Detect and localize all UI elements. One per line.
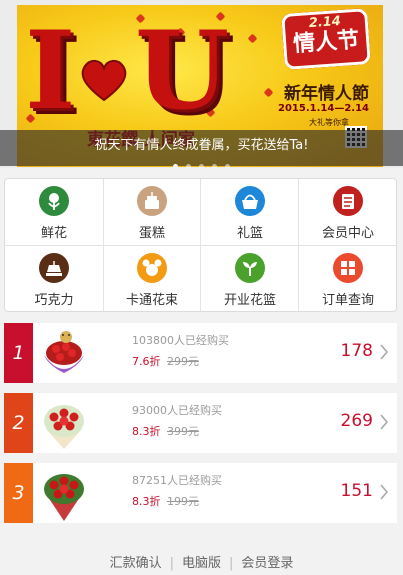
product-thumbnail [44,474,84,521]
footer-separator: | [229,556,234,571]
price: 151 [340,481,373,501]
original-price: 299元 [167,355,199,368]
rank-badge: 1 [4,323,33,383]
carousel-dots [0,154,403,168]
carousel-dot[interactable] [186,164,191,168]
banner-subline: 大礼等你拿 [309,118,349,127]
desktop-version-link[interactable]: 电脑版 [182,556,221,571]
chevron-right-icon [380,344,389,360]
footer-separator: | [169,556,174,571]
category-order-search[interactable]: 订单查询 [299,246,397,312]
flower-icon [39,186,69,216]
carousel-dot[interactable] [212,164,217,168]
cartoon-bouquet-icon [137,253,167,283]
category-label: 蛋糕 [138,226,165,241]
valentine-badge: 2.14 情人节 [281,8,371,70]
discount-label: 8.3折 [132,495,161,508]
banner-letter-u: U [135,8,230,134]
cake-icon [137,186,167,216]
product-row[interactable]: 1 103800人已经购买 7.6折 299元 178 [4,323,397,383]
buyer-count: 93000人已经购买 [132,404,222,417]
category-label: 鲜花 [40,226,67,241]
category-label: 开业花篮 [223,293,276,308]
buyer-count: 87251人已经购买 [132,474,222,487]
category-label: 订单查询 [321,293,374,308]
product-thumbnail [44,405,84,449]
carousel-dot[interactable] [173,164,178,168]
member-card-icon [333,186,363,216]
discount-label: 7.6折 [132,355,161,368]
order-search-icon [333,253,363,283]
category-label: 卡通花束 [125,293,178,308]
product-row[interactable]: 2 93000人已经购买 8.3折 399元 269 [4,393,397,453]
rank-badge: 2 [4,393,33,453]
remittance-confirm-link[interactable]: 汇款确认 [110,556,162,571]
discount-label: 8.3折 [132,425,161,438]
product-thumbnail [44,331,84,373]
chevron-right-icon [380,484,389,500]
banner-caption: 祝天下有情人终成眷属，买花送给Ta! [94,138,309,153]
category-label: 会员中心 [321,226,374,241]
category-chocolate[interactable]: 巧克力 [5,246,103,312]
buyer-count: 103800人已经购买 [132,334,229,347]
category-label: 礼篮 [236,226,263,241]
heart-icon [81,60,127,102]
original-price: 399元 [167,425,199,438]
footer-links: 汇款确认 | 电脑版 | 会员登录 [0,552,403,571]
category-cake[interactable]: 蛋糕 [103,179,201,245]
price: 269 [340,411,373,431]
chocolate-icon [39,253,69,283]
chevron-right-icon [380,414,389,430]
carousel-dot[interactable] [199,164,204,168]
category-flowers[interactable]: 鲜花 [5,179,103,245]
banner-dates: 2015.1.14—2.14 [278,103,369,114]
price: 178 [340,341,373,361]
category-opening-basket[interactable]: 开业花篮 [201,246,299,312]
category-cartoon-bouquet[interactable]: 卡通花束 [103,246,201,312]
rank-badge: 3 [4,463,33,523]
plant-icon [235,253,265,283]
member-login-link[interactable]: 会员登录 [241,556,293,571]
original-price: 199元 [167,495,199,508]
promo-banner[interactable]: I U 2.14 情人节 新年情人節 2015.1.14—2.14 大礼等你拿 … [0,0,403,168]
banner-headline: 新年情人節 [284,84,369,104]
carousel-dot[interactable] [225,164,230,168]
category-grid: 鲜花 蛋糕 礼篮 会员中心 巧克力 卡通花束 开业花篮 订单查询 [4,178,397,312]
category-label: 巧克力 [34,293,74,308]
category-member-center[interactable]: 会员中心 [299,179,397,245]
product-row[interactable]: 3 87251人已经购买 8.3折 199元 151 [4,463,397,523]
basket-icon [235,186,265,216]
category-basket[interactable]: 礼篮 [201,179,299,245]
banner-letter-i: I [25,8,76,134]
